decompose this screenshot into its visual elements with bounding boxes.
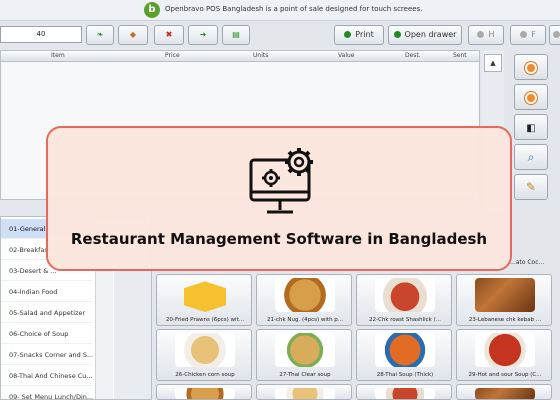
category-item[interactable]: 07-Snacks Corner and S... [1, 345, 93, 365]
search-button[interactable]: ⌕ [514, 144, 548, 170]
h-button[interactable]: H [468, 25, 504, 45]
toolbar: 40 ❧ ◆ ✖ ➜ ▤ Print Open drawer H F [0, 22, 560, 48]
product-button[interactable]: 21-chk Nug. (4pcs) with p... [256, 274, 352, 326]
h-label: H [488, 30, 495, 39]
tag-icon: ◆ [129, 30, 137, 39]
f-icon [520, 31, 528, 38]
food-image [475, 333, 535, 367]
product-label: 22-Chk roast Shashlick (... [369, 317, 441, 323]
food-image [475, 278, 535, 312]
delete-icon: ✖ [165, 30, 173, 39]
product-button[interactable]: 26-Chicken corn soup [156, 329, 252, 381]
col-units: Units [253, 52, 269, 59]
print-label: Print [355, 30, 374, 39]
food-image [275, 333, 335, 367]
print-button[interactable]: Print [334, 25, 384, 45]
food-image [175, 333, 235, 367]
down-icon [525, 91, 537, 104]
side-buttons: ◧ ⌕ ✎ [508, 50, 560, 220]
product-label: 26-Chicken corn soup [175, 372, 235, 378]
computer-settings-icon [249, 148, 313, 214]
food-image [275, 388, 335, 399]
product-button[interactable] [356, 384, 452, 400]
edit-button[interactable]: ✎ [514, 174, 548, 200]
product-label: 20-Fried Prawns (6pcs) wit... [166, 317, 244, 323]
list-icon: ▤ [232, 30, 240, 39]
eraser-icon: ◧ [526, 123, 536, 134]
extra-icon [552, 31, 560, 38]
product-label: 21-chk Nug. (4pcs) with p... [266, 317, 344, 323]
open-drawer-label: Open drawer [404, 30, 457, 39]
up-line-button[interactable] [514, 54, 548, 80]
product-button[interactable]: 22-Chk roast Shashlick (... [356, 274, 452, 326]
h-icon [477, 31, 485, 38]
move-button[interactable]: ➜ [188, 25, 218, 45]
openbravo-logo: b [144, 2, 160, 18]
extra-button[interactable] [549, 25, 560, 45]
open-drawer-button[interactable]: Open drawer [388, 25, 462, 45]
overlay-title: Restaurant Management Software in Bangla… [70, 230, 488, 248]
col-price: Price [165, 52, 180, 59]
f-button[interactable]: F [510, 25, 546, 45]
product-button[interactable] [156, 384, 252, 400]
product-button[interactable]: 27-Thai Clear soup [256, 329, 352, 381]
col-item: Item [51, 52, 65, 59]
title-bar: b Openbravo POS Bangladesh is a point of… [0, 0, 560, 21]
list-button[interactable]: ▤ [222, 25, 250, 45]
delete-line-button[interactable]: ◧ [514, 114, 548, 140]
delete-button[interactable]: ✖ [154, 25, 184, 45]
split-button[interactable]: ◆ [118, 25, 148, 45]
col-sent: Sent [453, 52, 467, 59]
customer-button[interactable]: ❧ [86, 25, 114, 45]
ticket-header: Item Price Units Value Dest. Sent [1, 51, 479, 62]
food-image [175, 388, 235, 399]
up-icon [525, 61, 537, 74]
scroll-up-button[interactable]: ▲ [484, 54, 502, 72]
print-icon [344, 31, 352, 38]
tagline: Openbravo POS Bangladesh is a point of s… [165, 5, 423, 13]
product-button[interactable] [456, 384, 552, 400]
product-button[interactable]: 20-Fried Prawns (6pcs) wit... [156, 274, 252, 326]
product-button[interactable]: 23-Lebanese chk kebab ... [456, 274, 552, 326]
category-item[interactable]: 08-Thai And Chinese Cu... [1, 366, 93, 386]
product-label: 29-Hot and sour Soup (C... [468, 372, 542, 378]
product-button[interactable] [256, 384, 352, 400]
product-label: 27-Thai Clear soup [279, 372, 331, 378]
product-button[interactable]: 28-Thai Soup (Thick) [356, 329, 452, 381]
col-dest: Dest. [405, 52, 421, 59]
product-button[interactable]: 29-Hot and sour Soup (C... [456, 329, 552, 381]
col-value: Value [338, 52, 355, 59]
category-item[interactable]: 06-Choice of Soup [1, 324, 93, 344]
food-image [375, 333, 435, 367]
category-item[interactable]: 04-Indian Food [1, 282, 93, 302]
category-item[interactable]: 09- Set Menu Lunch/Din... [1, 387, 93, 400]
box-icon [184, 281, 226, 312]
food-image [475, 388, 535, 399]
product-label: 23-Lebanese chk kebab ... [468, 317, 542, 323]
f-label: F [531, 30, 536, 39]
food-image [275, 278, 335, 312]
partial-product-label: ...ato Coc... [510, 259, 545, 266]
food-image [375, 388, 435, 399]
quantity-field[interactable]: 40 [0, 26, 82, 43]
food-image [375, 278, 435, 312]
move-icon: ➜ [199, 30, 207, 39]
leaf-icon: ❧ [96, 30, 104, 39]
product-label: 28-Thai Soup (Thick) [376, 372, 434, 378]
promo-overlay: Restaurant Management Software in Bangla… [46, 126, 512, 271]
search-icon: ⌕ [527, 150, 535, 164]
pencil-icon: ✎ [525, 180, 537, 194]
category-item[interactable]: 05-Salad and Appetizer [1, 303, 93, 323]
down-line-button[interactable] [514, 84, 548, 110]
drawer-icon [393, 31, 401, 38]
